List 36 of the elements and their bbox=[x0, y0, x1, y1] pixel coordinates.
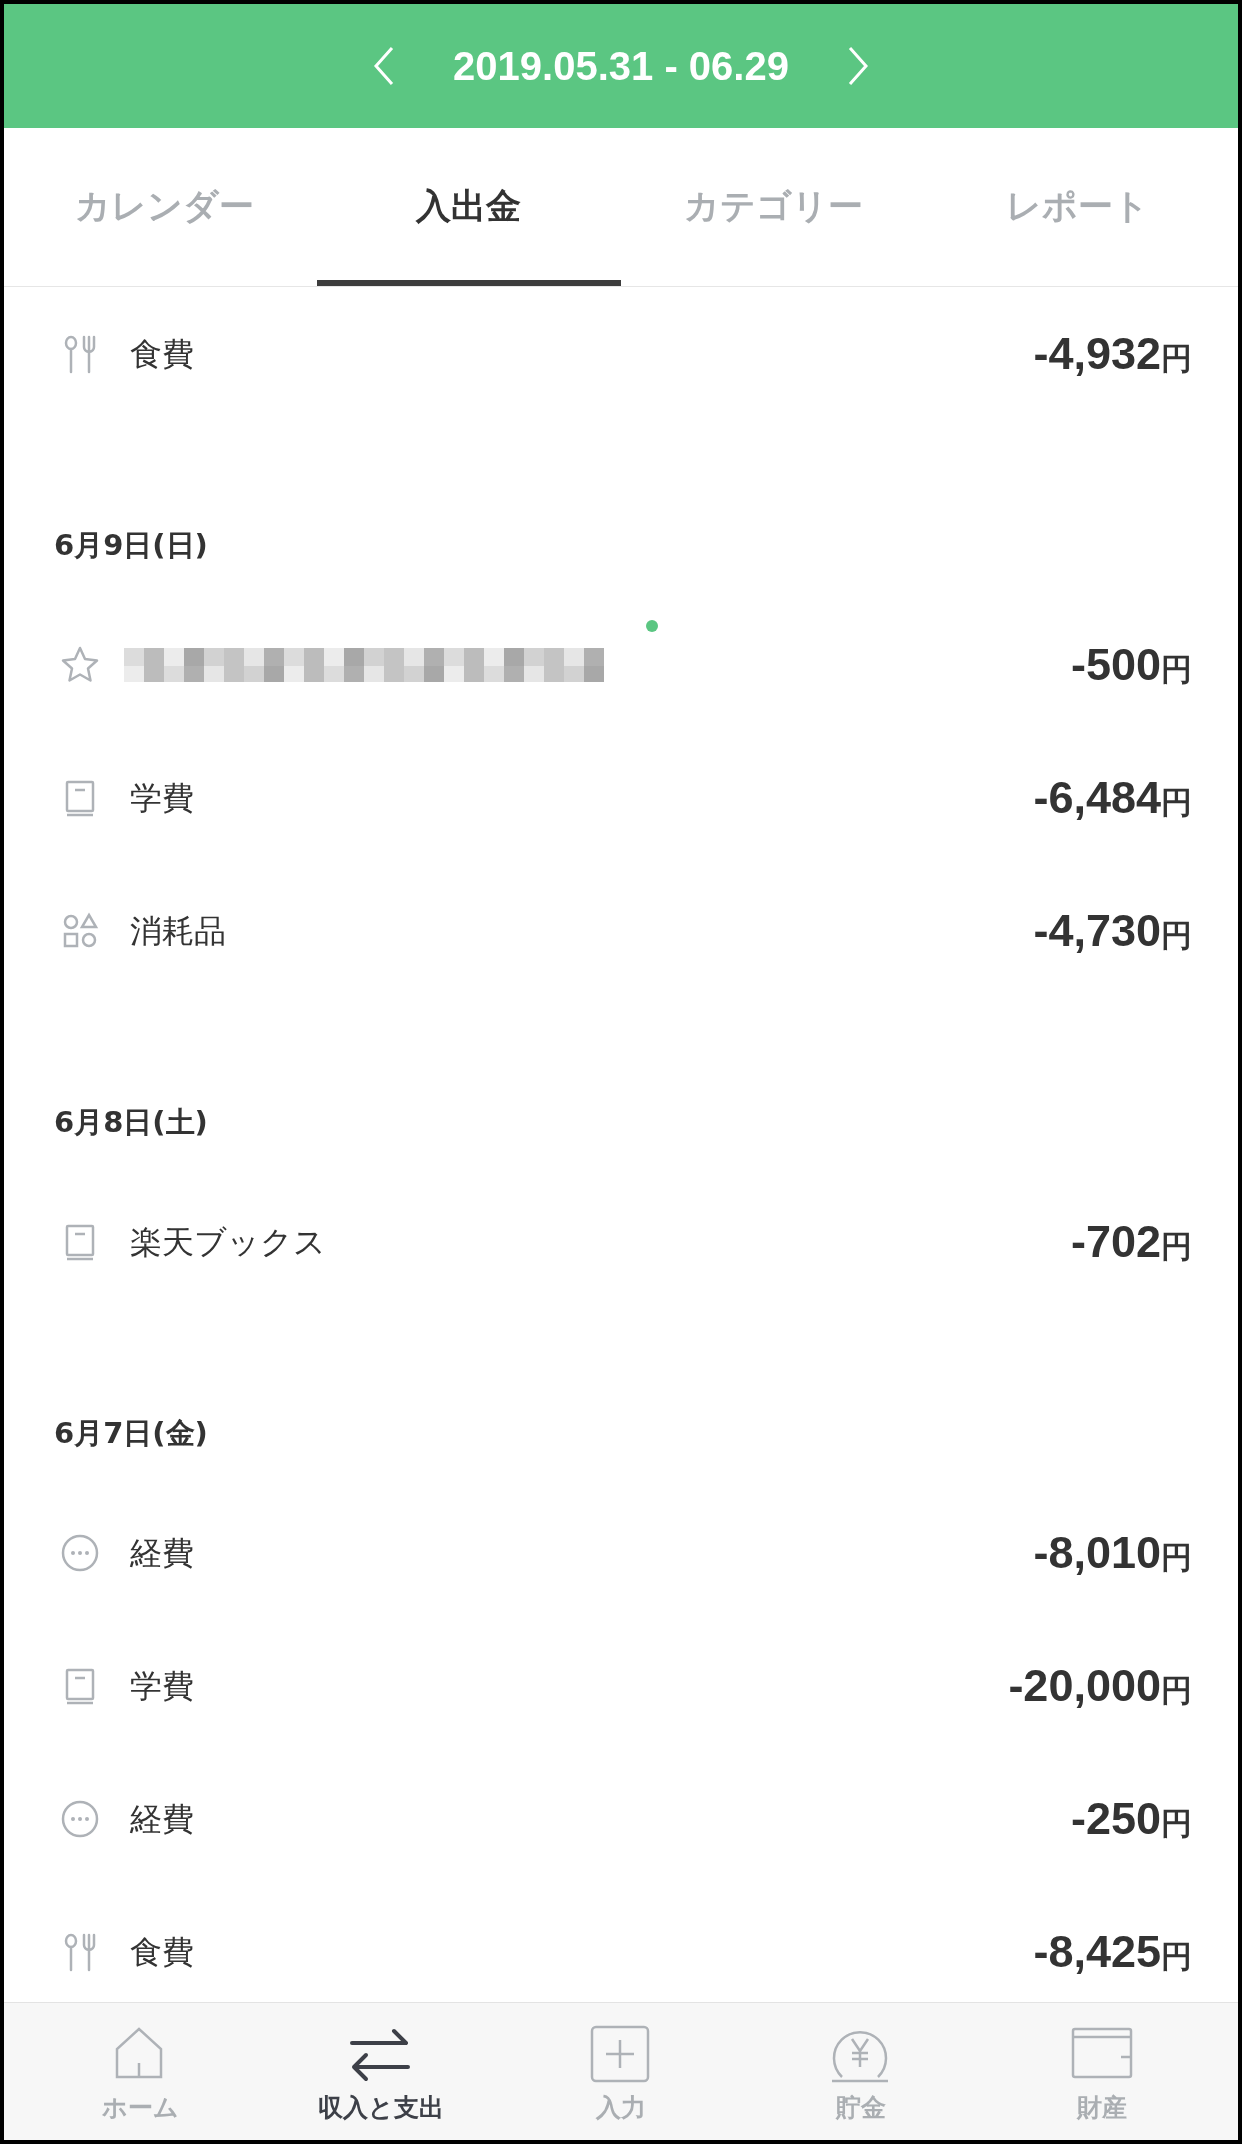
transaction-row[interactable]: 食費 -4,932円 bbox=[4, 287, 1238, 420]
transaction-row[interactable]: 食費 -8,425円 bbox=[4, 1885, 1238, 2002]
transaction-row[interactable]: 経費 -250円 bbox=[4, 1752, 1238, 1885]
amount: -8,010円 bbox=[1033, 1525, 1192, 1580]
transaction-row[interactable]: 学費 -6,484円 bbox=[4, 731, 1238, 864]
nav-tab[interactable]: 収入と支出 bbox=[260, 2003, 501, 2140]
amount: -702円 bbox=[1070, 1214, 1192, 1269]
tab[interactable]: 入出金 bbox=[316, 128, 621, 286]
category-label: 学費 bbox=[130, 1665, 194, 1707]
category-label: 経費 bbox=[130, 1798, 194, 1840]
category-label: 楽天ブックス bbox=[130, 1221, 326, 1263]
transaction-row[interactable]: 消耗品 -4,730円 bbox=[4, 864, 1238, 997]
date-heading: 6月7日(金) bbox=[54, 1415, 208, 1453]
transaction-row[interactable]: 経費 -8,010円 bbox=[4, 1486, 1238, 1619]
plus-icon bbox=[590, 2025, 652, 2085]
category-label: 学費 bbox=[130, 777, 194, 819]
date-heading: 6月9日(日) bbox=[54, 527, 208, 565]
date-range-title: 2019.05.31 - 06.29 bbox=[453, 43, 789, 90]
amount: -6,484円 bbox=[1033, 770, 1192, 825]
date-heading: 6月8日(土) bbox=[54, 1104, 208, 1142]
transaction-row[interactable]: 学費 -20,000円 bbox=[4, 1619, 1238, 1752]
amount: -20,000円 bbox=[1008, 1658, 1192, 1713]
amount: -250円 bbox=[1070, 1791, 1192, 1846]
amount: -8,425円 bbox=[1033, 1924, 1192, 1979]
amount: -4,932円 bbox=[1033, 326, 1192, 381]
amount: -4,730円 bbox=[1033, 903, 1192, 958]
more-icon bbox=[60, 1798, 100, 1839]
star-icon bbox=[60, 644, 100, 685]
category-label: 食費 bbox=[130, 333, 194, 375]
transaction-row[interactable]: -500円 bbox=[4, 598, 1238, 731]
category-label: 消耗品 bbox=[130, 910, 226, 952]
more-icon bbox=[60, 1532, 100, 1573]
category-label: 食費 bbox=[130, 1931, 194, 1973]
transaction-row[interactable]: 楽天ブックス -702円 bbox=[4, 1175, 1238, 1308]
amount: -500円 bbox=[1070, 637, 1192, 692]
category-label: 経費 bbox=[130, 1532, 194, 1574]
